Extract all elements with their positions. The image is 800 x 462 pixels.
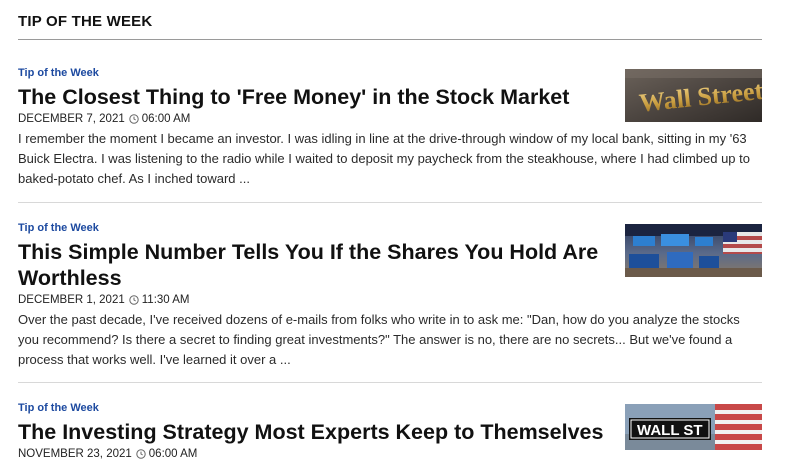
- article-title-link[interactable]: The Investing Strategy Most Experts Keep…: [18, 419, 608, 445]
- article-category-link[interactable]: Tip of the Week: [18, 221, 608, 235]
- trading-floor-image: [625, 224, 762, 277]
- article-time: 06:00 AM: [141, 113, 191, 125]
- wall-street-sign-image: Wall Street: [625, 69, 762, 122]
- article-date: DECEMBER 1, 2021: [18, 294, 125, 306]
- clock-icon: [129, 114, 139, 124]
- article-card: Tip of the Week This Simple Number Tells…: [18, 221, 762, 370]
- article-meta: DECEMBER 7, 2021 06:00 AM: [18, 111, 608, 127]
- divider: [18, 202, 762, 203]
- article-title-link[interactable]: This Simple Number Tells You If the Shar…: [18, 239, 608, 291]
- article-time: 06:00 AM: [148, 448, 198, 460]
- article-excerpt: Over the past decade, I've received doze…: [18, 312, 740, 367]
- article-thumbnail[interactable]: Wall Street: [625, 69, 762, 122]
- section-header: TIP OF THE WEEK: [18, 13, 762, 40]
- article-time: 11:30 AM: [141, 294, 190, 306]
- article-title-link[interactable]: The Closest Thing to 'Free Money' in the…: [18, 84, 608, 110]
- divider: [18, 382, 762, 383]
- street-sign-text: WALL ST: [637, 422, 703, 439]
- article-date: NOVEMBER 23, 2021: [18, 448, 132, 460]
- clock-icon: [136, 449, 146, 459]
- article-thumbnail[interactable]: WALL ST: [625, 404, 762, 450]
- wall-st-street-sign-image: WALL ST: [625, 404, 762, 450]
- article-category-link[interactable]: Tip of the Week: [18, 66, 608, 80]
- section-title: TIP OF THE WEEK: [18, 13, 153, 30]
- article-thumbnail[interactable]: [625, 224, 762, 277]
- clock-icon: [129, 295, 139, 305]
- article-date: DECEMBER 7, 2021: [18, 113, 125, 125]
- article-excerpt: I remember the moment I became an invest…: [18, 131, 750, 186]
- page: TIP OF THE WEEK Tip of the Week The Clos…: [0, 0, 800, 460]
- article-card: Tip of the Week The Closest Thing to 'Fr…: [18, 66, 762, 189]
- article-meta: DECEMBER 1, 2021 11:30 AM: [18, 292, 608, 308]
- article-category-link[interactable]: Tip of the Week: [18, 401, 608, 415]
- article-meta: NOVEMBER 23, 2021 06:00 AM: [18, 446, 608, 462]
- article-card: Tip of the Week The Investing Strategy M…: [18, 401, 762, 462]
